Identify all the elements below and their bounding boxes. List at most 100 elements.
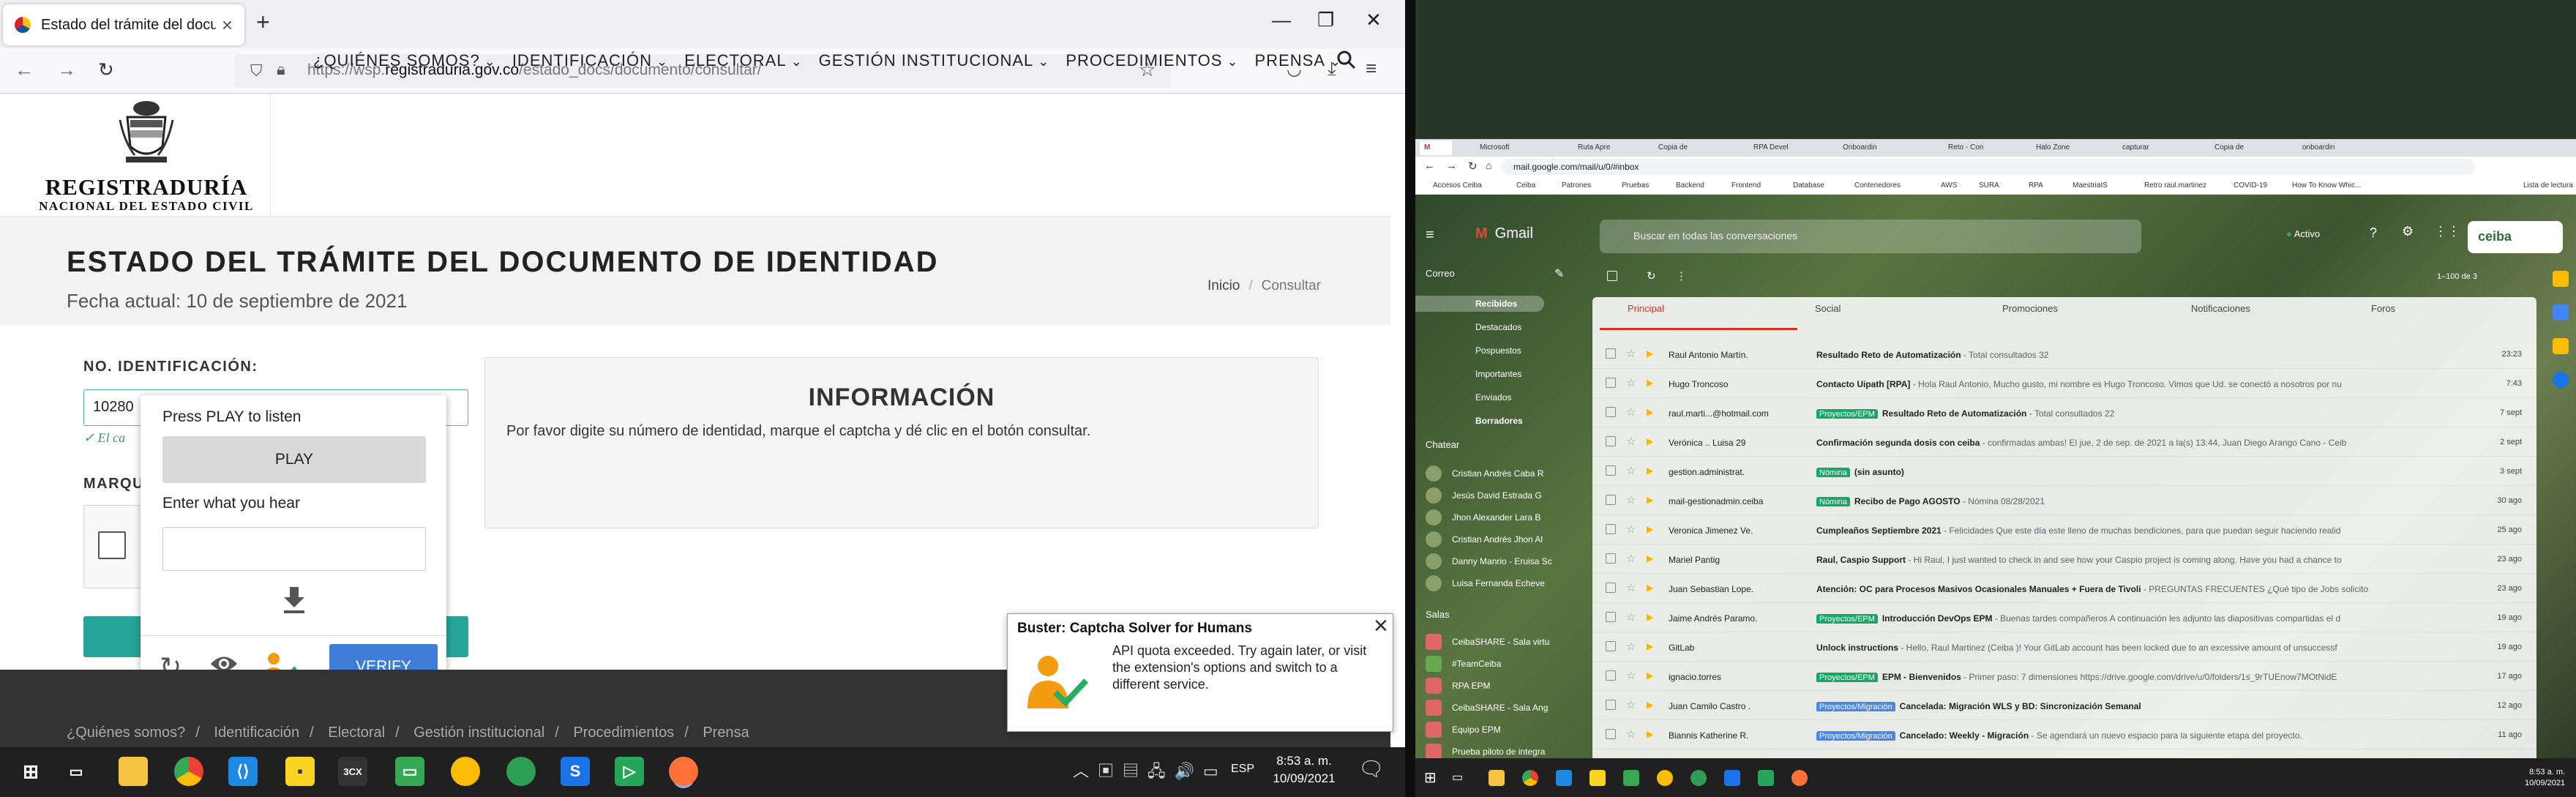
important-marker-icon[interactable]: ▶ bbox=[1647, 553, 1653, 564]
row-checkbox[interactable] bbox=[1606, 378, 1616, 388]
gmail-logo[interactable]: M Gmail bbox=[1475, 225, 1533, 242]
room-item[interactable]: CeibaSHARE - Sala Ang bbox=[1426, 700, 1548, 716]
star-icon[interactable]: ☆ bbox=[1626, 581, 1636, 594]
shield-icon[interactable]: ⛉ bbox=[250, 61, 263, 81]
language-indicator[interactable]: ESP bbox=[1231, 763, 1254, 776]
chrome-icon[interactable] bbox=[174, 757, 203, 786]
bookmark[interactable]: Ceiba bbox=[1516, 182, 1535, 190]
folder-drafts[interactable]: Borradores bbox=[1475, 416, 1523, 426]
row-checkbox[interactable] bbox=[1606, 524, 1616, 534]
important-marker-icon[interactable]: ▶ bbox=[1647, 612, 1653, 622]
audio-response-input[interactable] bbox=[162, 527, 426, 571]
browser-tab[interactable]: Microsoft bbox=[1475, 141, 1540, 155]
email-row[interactable]: ☆ ▶ Mariel Pantig Raul, Caspio Support - Hi… bbox=[1592, 545, 2536, 574]
footer-link[interactable]: Prensa bbox=[703, 725, 749, 741]
bookmark[interactable]: Retro raul.martinez bbox=[2144, 182, 2206, 190]
star-icon[interactable]: ☆ bbox=[1626, 464, 1636, 477]
important-marker-icon[interactable]: ▶ bbox=[1647, 436, 1653, 446]
tab-foros[interactable]: Foros bbox=[2371, 303, 2395, 314]
footer-link[interactable]: Gestión institucional bbox=[413, 725, 544, 741]
star-icon[interactable]: ☆ bbox=[1626, 405, 1636, 419]
tab-principal[interactable]: Principal bbox=[1628, 303, 1664, 314]
folder-important[interactable]: Importantes bbox=[1475, 369, 1521, 379]
task-view-icon[interactable]: ▭ bbox=[61, 757, 91, 786]
row-checkbox[interactable] bbox=[1606, 670, 1616, 681]
bookmark[interactable]: Frontend bbox=[1731, 182, 1761, 190]
browser-tab[interactable]: Halo Zone bbox=[2032, 141, 2096, 155]
bookmark[interactable]: Accesos Ceiba bbox=[1433, 182, 1482, 190]
3cx-icon[interactable]: 3CX bbox=[338, 757, 367, 786]
settings-gear-icon[interactable]: ⚙ bbox=[2402, 224, 2414, 239]
whatsapp-icon[interactable] bbox=[506, 757, 536, 786]
minimize-icon[interactable]: — bbox=[1272, 9, 1291, 31]
star-icon[interactable]: ☆ bbox=[1626, 698, 1636, 711]
email-row[interactable]: ☆ ▶ Biannis Katherine R. Proyectos/Migració… bbox=[1592, 720, 2536, 749]
tab-notificaciones[interactable]: Notificaciones bbox=[2191, 303, 2250, 314]
email-row[interactable]: ☆ ▶ raul.marti...@hotmail.com Proyectos/EPM… bbox=[1592, 398, 2536, 427]
star-icon[interactable]: ☆ bbox=[1626, 640, 1636, 653]
browser-tab[interactable]: onboardin bbox=[2298, 141, 2362, 155]
whatsapp-icon[interactable] bbox=[1690, 770, 1707, 786]
system-tray[interactable]: ︿▣▤🖧🔊▭ bbox=[1073, 758, 1227, 787]
star-icon[interactable]: ☆ bbox=[1626, 435, 1636, 448]
important-marker-icon[interactable]: ▶ bbox=[1647, 670, 1653, 681]
status-indicator[interactable]: ● Activo bbox=[2286, 228, 2320, 239]
close-window-icon[interactable]: ✕ bbox=[1366, 9, 1382, 31]
bookmark[interactable]: COVID-19 bbox=[2234, 182, 2267, 190]
menu-identificacion[interactable]: IDENTIFICACIÓN bbox=[512, 51, 668, 70]
compose-icon[interactable]: ✎ bbox=[1554, 266, 1564, 281]
important-marker-icon[interactable]: ▶ bbox=[1647, 495, 1653, 505]
app-p-icon[interactable]: ▷ bbox=[615, 757, 644, 786]
star-icon[interactable]: ☆ bbox=[1626, 552, 1636, 565]
important-marker-icon[interactable]: ▶ bbox=[1647, 524, 1653, 534]
folder-snoozed[interactable]: Pospuestos bbox=[1475, 345, 1521, 356]
main-menu-icon[interactable]: ≡ bbox=[1426, 227, 1434, 244]
lock-icon[interactable]: 🔒︎ bbox=[277, 60, 285, 79]
email-row[interactable]: ☆ ▶ ignacio.torres Proyectos/EPM EPM - Bienv… bbox=[1592, 662, 2536, 691]
chat-contact[interactable]: Jesús David Estrada G bbox=[1426, 487, 1542, 504]
notifications-icon[interactable]: 🗨︎ bbox=[1358, 757, 1385, 781]
menu-quienes-somos[interactable]: ¿QUIÉNES SOMOS? bbox=[313, 51, 496, 70]
menu-gestion-institucional[interactable]: GESTIÓN INSTITUCIONAL bbox=[819, 51, 1050, 70]
email-row[interactable]: ☆ ▶ Verónica .. Luisa 29 Confirmación segun… bbox=[1592, 427, 2536, 457]
footer-link[interactable]: ¿Quiénes somos? bbox=[67, 725, 185, 741]
bookmark[interactable]: Pruebas bbox=[1622, 182, 1649, 190]
download-audio-icon[interactable] bbox=[281, 585, 307, 621]
google-chat-icon[interactable]: ▭ bbox=[395, 757, 424, 786]
email-row[interactable]: ☆ ▶ Hugo Troncoso Contacto Uipath [RPA] - H… bbox=[1592, 369, 2536, 398]
browser-tab[interactable]: Onboardin bbox=[1838, 141, 1903, 155]
clock[interactable]: 8:53 a. m. 10/09/2021 bbox=[2525, 767, 2565, 789]
menu-procedimientos[interactable]: PROCEDIMIENTOS bbox=[1066, 51, 1238, 70]
email-row[interactable]: ☆ ▶ Juan Camilo Castro . Proyectos/Migració… bbox=[1592, 691, 2536, 720]
search-icon[interactable] bbox=[1336, 50, 1357, 75]
calendar-icon[interactable] bbox=[2553, 271, 2569, 287]
gmail-tab[interactable]: M bbox=[1420, 141, 1452, 155]
folder-inbox[interactable]: Recibidos bbox=[1475, 299, 1517, 309]
important-marker-icon[interactable]: ▶ bbox=[1647, 348, 1653, 359]
row-checkbox[interactable] bbox=[1606, 436, 1616, 446]
select-all-checkbox[interactable] bbox=[1607, 271, 1617, 281]
row-checkbox[interactable] bbox=[1606, 641, 1616, 651]
email-row[interactable]: ☆ ▶ mail-gestionadmin.ceiba Nómina Recibo de… bbox=[1592, 486, 2536, 515]
back-icon[interactable]: ← bbox=[1424, 160, 1435, 172]
row-checkbox[interactable] bbox=[1606, 407, 1616, 417]
email-row[interactable]: ☆ ▶ gestion.administrat. Nómina (sin asunto)… bbox=[1592, 457, 2536, 486]
menu-electoral[interactable]: ELECTORAL bbox=[684, 51, 803, 70]
room-item[interactable]: RPA EPM bbox=[1426, 678, 1490, 694]
browser-tab[interactable]: Copia de bbox=[2210, 141, 2274, 155]
apps-grid-icon[interactable]: ⋮⋮ bbox=[2434, 224, 2460, 239]
bookmark[interactable]: Patrones bbox=[1562, 182, 1591, 190]
menu-icon[interactable]: ≡ bbox=[1366, 57, 1377, 80]
important-marker-icon[interactable]: ▶ bbox=[1647, 465, 1653, 476]
chat-contact[interactable]: Jhon Alexander Lara B bbox=[1426, 509, 1540, 525]
important-marker-icon[interactable]: ▶ bbox=[1647, 378, 1653, 388]
new-tab-icon[interactable]: + bbox=[256, 9, 270, 36]
row-checkbox[interactable] bbox=[1606, 583, 1616, 593]
important-marker-icon[interactable]: ▶ bbox=[1647, 729, 1653, 739]
folder-sent[interactable]: Enviados bbox=[1475, 392, 1511, 403]
sticky-notes-icon[interactable]: ▪ bbox=[285, 757, 315, 786]
close-notification-icon[interactable]: ✕ bbox=[1373, 615, 1389, 637]
reload-icon[interactable]: ↻ bbox=[1468, 160, 1478, 173]
tab-promociones[interactable]: Promociones bbox=[2002, 303, 2058, 314]
browser-tab[interactable]: RPA Devel bbox=[1749, 141, 1813, 155]
